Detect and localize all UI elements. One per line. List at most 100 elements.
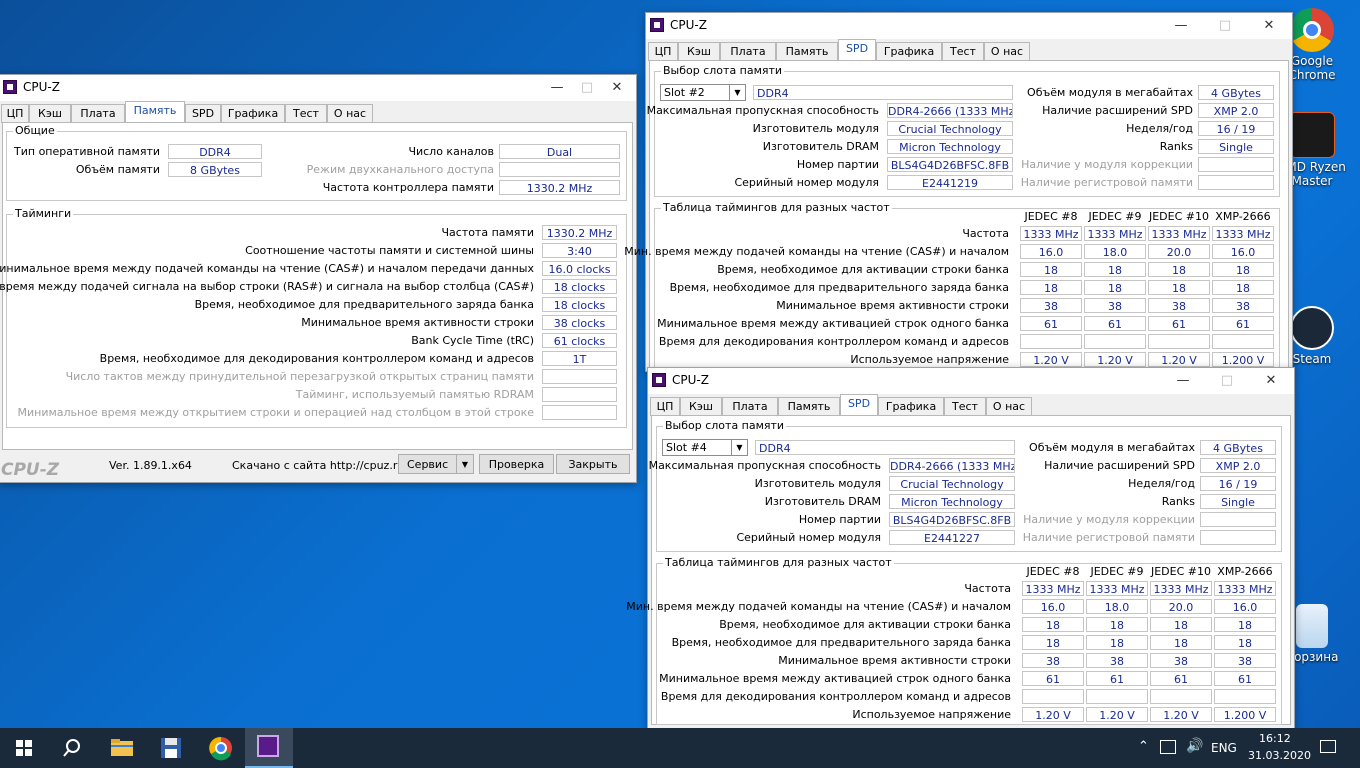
close-icon[interactable]: ✕ [1254,16,1284,36]
tab-spd[interactable]: SPD [840,394,878,416]
spd-page: Выбор слота памяти Slot #4 ▼ DDR4 Максимальн… [626,415,1291,725]
timing-cell: 61 [1212,316,1274,331]
tab-about[interactable]: О нас [327,104,373,123]
module-size-value: 4 GBytes [1198,85,1274,100]
timing-cell: 1333 MHz [1212,226,1274,241]
tab-cache[interactable]: Кэш [29,104,71,123]
timing-label: Минимальное время между открытием строки… [17,406,534,419]
spd-ext-value: XMP 2.0 [1200,458,1276,473]
dual-channel-mode-label: Режим двухканального доступа [306,163,494,176]
module-size-label: Объём модуля в мегабайтах [1029,441,1195,454]
tab-spd[interactable]: SPD [185,104,221,123]
timing-cell: 1.20 V [1148,352,1210,367]
tab-spd[interactable]: SPD [838,39,876,61]
tab-memory[interactable]: Память [778,397,840,416]
tab-mainboard[interactable]: Плата [720,42,776,61]
tab-cpu[interactable]: ЦП [648,42,678,61]
timing-label: Частота памяти [441,226,534,239]
service-button[interactable]: Сервис ▼ [398,454,474,474]
max-bandwidth-label: Максимальная пропускная способность [646,104,879,117]
timing-value [542,387,617,402]
close-icon[interactable]: ✕ [1256,371,1286,391]
maximize-icon[interactable]: □ [1212,371,1242,391]
tab-cpu[interactable]: ЦП [1,104,29,123]
dram-manufacturer-label: Изготовитель DRAM [762,140,879,153]
nb-frequency-label: Частота контроллера памяти [322,181,494,194]
validate-button[interactable]: Проверка [479,454,554,474]
timing-cell: 16.0 [1020,244,1082,259]
part-number-label: Номер партии [796,158,879,171]
maximize-icon[interactable]: □ [1210,16,1240,36]
slot-select[interactable]: Slot #2 ▼ [660,84,746,101]
timings-table-group: Таблица таймингов для разных частот JEDEC… [624,201,1280,370]
timing-cell: 18 [1214,635,1276,650]
footer-bar: CPU-Z Ver. 1.89.1.x64 Скачано с сайта ht… [0,450,636,482]
tab-graphics[interactable]: Графика [878,397,944,416]
search-icon[interactable] [58,734,86,762]
slot-select[interactable]: Slot #4 ▼ [662,439,748,456]
cpuz-taskbar-button[interactable] [245,728,293,768]
chevron-down-icon[interactable]: ▼ [729,85,745,100]
start-windows-icon[interactable] [10,734,38,762]
maximize-icon[interactable]: □ [572,78,602,98]
timing-cell: 1.200 V [1214,707,1276,722]
timing-label: Число тактов между принудительной переза… [65,370,534,383]
file-explorer-icon[interactable] [108,734,136,762]
timing-cell: 18 [1150,635,1212,650]
tab-cpu[interactable]: ЦП [650,397,680,416]
memory-type-value: DDR4 [168,144,262,159]
tab-cache[interactable]: Кэш [680,397,722,416]
column-header: XMP-2666 [1215,210,1271,223]
spd-ext-value: XMP 2.0 [1198,103,1274,118]
tab-about[interactable]: О нас [986,397,1032,416]
minimize-icon[interactable]: — [542,78,572,98]
timing-cell: 18 [1214,617,1276,632]
language-indicator[interactable]: ENG [1211,741,1237,755]
cpuz-spd-window-1: CPU-Z — □ ✕ ЦП Кэш Плата Память SPD Графика Тест О … [624,12,1293,372]
clock-date[interactable]: 31.03.2020 [1248,749,1311,762]
timing-cell: 1333 MHz [1148,226,1210,241]
serial-number-value: E2441227 [889,530,1015,545]
ranks-value: Single [1198,139,1274,154]
timing-cell: 1333 MHz [1150,581,1212,596]
clock-time[interactable]: 16:12 [1259,732,1291,745]
spd-page: Выбор слота памяти Slot #2 ▼ DDR4 Максимальн… [624,60,1289,370]
close-icon[interactable]: ✕ [602,78,632,98]
tab-bench[interactable]: Тест [944,397,986,416]
timing-cell: 1.20 V [1086,707,1148,722]
dropdown-arrow-icon[interactable]: ▼ [456,455,473,473]
chrome-taskbar-icon[interactable] [207,734,235,762]
minimize-icon[interactable]: — [1166,16,1196,36]
tab-graphics[interactable]: Графика [221,104,285,123]
network-icon[interactable] [1160,740,1176,754]
tab-about[interactable]: О нас [984,42,1030,61]
tab-bench[interactable]: Тест [942,42,984,61]
tab-mainboard[interactable]: Плата [722,397,778,416]
timing-cell: 18 [1022,617,1084,632]
title-bar[interactable]: CPU-Z — □ ✕ [648,368,1294,394]
module-manufacturer-label: Изготовитель модуля [754,477,881,490]
part-number-label: Номер партии [798,513,881,526]
tab-bench[interactable]: Тест [285,104,327,123]
tab-graphics[interactable]: Графика [876,42,942,61]
close-button[interactable]: Закрыть [556,454,630,474]
tab-cache[interactable]: Кэш [678,42,720,61]
notification-center-icon[interactable] [1320,740,1336,753]
tab-mainboard[interactable]: Плата [71,104,125,123]
save-disk-app-icon[interactable] [157,734,185,762]
ryzen-master-icon [1289,112,1335,158]
volume-icon[interactable]: 🔊 [1186,738,1203,754]
timing-value: 18 clocks [542,279,617,294]
timing-cell: 18 [1212,280,1274,295]
tab-memory[interactable]: Память [776,42,838,61]
correction-label: Наличие у модуля коррекции [1021,158,1193,171]
tab-memory[interactable]: Память [125,101,185,123]
download-text: Скачано с сайта http://cpuz.ru [232,459,405,472]
title-bar[interactable]: CPU-Z — □ ✕ [0,75,636,101]
timing-cell: 18 [1148,280,1210,295]
timing-cell: 38 [1214,653,1276,668]
minimize-icon[interactable]: — [1168,371,1198,391]
chevron-down-icon[interactable]: ▼ [731,440,747,455]
title-bar[interactable]: CPU-Z — □ ✕ [646,13,1292,39]
show-hidden-icons-chevron-icon[interactable]: ⌃ [1138,739,1149,754]
